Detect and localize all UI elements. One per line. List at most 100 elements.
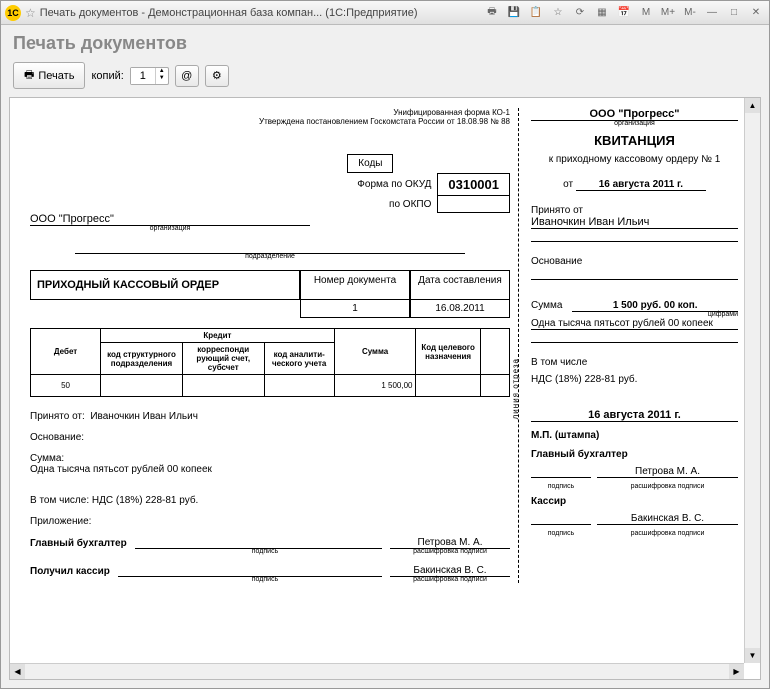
minimize-button[interactable]: — xyxy=(703,5,721,21)
vtom-value: НДС (18%) 228-81 руб. xyxy=(92,495,198,506)
grid-korr-header: корреспонди рующий счет, субсчет xyxy=(182,343,264,375)
receipt-date: 16 августа 2011 г. xyxy=(576,179,706,191)
pril-label: Приложение: xyxy=(30,516,510,527)
receipt-chief-label: Главный бухгалтер xyxy=(531,449,738,460)
favorite-icon[interactable]: ☆ xyxy=(25,6,36,20)
receipt-sum-row: Сумма 1 500 руб. 00 коп. xyxy=(531,300,738,312)
document-viewport: ▲ ▼ ◀ ▶ Унифицированная форма КО-1 Утвер… xyxy=(9,97,761,680)
receipt-cashier-label: Кассир xyxy=(531,496,738,507)
mem-mplus[interactable]: M+ xyxy=(659,5,677,21)
chief-role: Главный бухгалтер xyxy=(30,538,127,549)
page-title: Печать документов xyxy=(13,33,757,54)
grid-korr-value xyxy=(182,375,264,397)
doc-date-label: Дата составления xyxy=(410,270,510,300)
grid-analit-value xyxy=(264,375,334,397)
cut-line-label: линия отреза xyxy=(511,358,520,419)
copies-label: копий: xyxy=(91,70,123,82)
printer-icon: 🖶 xyxy=(24,66,34,85)
maximize-button[interactable]: □ xyxy=(725,5,743,21)
receipt-prinyato-value: Иваночкин Иван Ильич xyxy=(531,216,738,229)
receipt-prinyato-blank xyxy=(531,229,738,242)
receipt-cashier-name: Бакинская В. С. xyxy=(597,513,738,525)
spinner-down-icon[interactable]: ▼ xyxy=(156,75,168,82)
vtom-label: В том числе: xyxy=(30,495,89,506)
at-button[interactable]: @ xyxy=(175,65,199,87)
close-button[interactable]: ✕ xyxy=(747,5,765,21)
vertical-scrollbar[interactable]: ▲ ▼ xyxy=(744,98,760,663)
copies-input[interactable] xyxy=(131,68,155,84)
receipt-title: КВИТАНЦИЯ xyxy=(531,133,738,148)
scroll-down-icon[interactable]: ▼ xyxy=(745,648,760,663)
receipt-cashier-sigline xyxy=(531,513,591,525)
settings-button[interactable]: ⚙ xyxy=(205,65,229,87)
doc-main-title: ПРИХОДНЫЙ КАССОВЫЙ ОРДЕР xyxy=(30,270,300,300)
cash-order-form: Унифицированная форма КО-1 Утверждена по… xyxy=(30,108,510,583)
spinner-up-icon[interactable]: ▲ xyxy=(156,68,168,75)
window-title: Печать документов - Демонстрационная баз… xyxy=(40,7,479,19)
app-icon: 1C xyxy=(5,5,21,21)
receipt-to-order: к приходному кассовому ордеру № 1 xyxy=(531,154,738,165)
document: Унифицированная форма КО-1 Утверждена по… xyxy=(10,98,760,593)
receipt-vtom-value: НДС (18%) 228-81 руб. xyxy=(531,374,738,385)
receipt-sum-label: Сумма xyxy=(531,300,562,312)
grid-summa-value: 1 500,00 xyxy=(334,375,416,397)
grid-debet-header: Дебет xyxy=(31,329,101,375)
prinyato-value: Иваночкин Иван Ильич xyxy=(90,411,198,422)
calendar-icon[interactable]: 📅 xyxy=(615,5,633,21)
grid-struct-value xyxy=(101,375,183,397)
grid-summa-header: Сумма xyxy=(334,329,416,375)
doc-title-values: 1 16.08.2011 xyxy=(30,300,510,318)
doc-date-value: 16.08.2011 xyxy=(410,300,510,318)
mem-m[interactable]: M xyxy=(637,5,655,21)
save-icon[interactable]: 💾 xyxy=(505,5,523,21)
org-sublabel: организация xyxy=(30,225,310,232)
codes-box: Коды Форма по ОКУД 0310001 по ОКПО xyxy=(347,154,510,213)
scroll-right-icon[interactable]: ▶ xyxy=(729,664,744,679)
receipt-osnov-blank xyxy=(531,267,738,280)
star-icon[interactable]: ☆ xyxy=(549,5,567,21)
print-button-label: Печать xyxy=(38,70,74,82)
toolbar: 🖶 Печать копий: ▲▼ @ ⚙ xyxy=(1,58,769,97)
print-button[interactable]: 🖶 Печать xyxy=(13,62,85,89)
summa-label: Сумма: xyxy=(30,453,510,464)
receipt: линия отреза ООО "Прогресс" организация … xyxy=(518,108,738,583)
scroll-up-icon[interactable]: ▲ xyxy=(745,98,760,113)
receipt-date-label: от xyxy=(563,179,573,190)
receipt-vtom-label: В том числе xyxy=(531,357,738,368)
accounting-grid: Дебет Кредит Сумма Код целевого назначен… xyxy=(30,328,510,397)
cashier-role: Получил кассир xyxy=(30,566,110,577)
page-header: Печать документов xyxy=(1,25,769,58)
receipt-sum-sub: цифрами xyxy=(531,311,738,318)
prinyato-label: Принято от: xyxy=(30,411,85,422)
scroll-left-icon[interactable]: ◀ xyxy=(10,664,25,679)
history-icon[interactable]: ⟳ xyxy=(571,5,589,21)
horizontal-scrollbar[interactable]: ◀ ▶ xyxy=(10,663,744,679)
okpo-value xyxy=(438,196,510,213)
osnov-label: Основание: xyxy=(30,432,510,443)
grid-target-header: Код целевого назначения xyxy=(416,329,480,375)
app-window: 1C ☆ Печать документов - Демонстрационна… xyxy=(0,0,770,689)
grid-struct-header: код структурного подразделения xyxy=(101,343,183,375)
grid-kredit-header: Кредит xyxy=(101,329,335,343)
receipt-prinyato-label: Принято от xyxy=(531,205,738,216)
grid-blank-header xyxy=(480,329,509,375)
receipt-stamp: М.П. (штампа) xyxy=(531,430,738,441)
form-header-1: Унифицированная форма КО-1 xyxy=(30,108,510,117)
receipt-chief-name: Петрова М. А. xyxy=(597,466,738,478)
receipt-org-sublabel: организация xyxy=(531,120,738,127)
copies-spinner[interactable]: ▲▼ xyxy=(130,67,169,85)
mem-mminus[interactable]: M- xyxy=(681,5,699,21)
okud-value: 0310001 xyxy=(438,174,510,196)
org-row: ООО "Прогресс" организация xyxy=(30,213,510,232)
grid-analit-header: код аналити-ческого учета xyxy=(264,343,334,375)
receipt-osnov-label: Основание xyxy=(531,256,738,267)
receipt-date2: 16 августа 2011 г. xyxy=(531,409,738,422)
calc-icon[interactable]: ▦ xyxy=(593,5,611,21)
print-icon[interactable]: 🖶 xyxy=(483,5,501,21)
summa-words: Одна тысяча пятьсот рублей 00 копеек xyxy=(30,464,510,475)
grid-blank-value xyxy=(480,375,509,397)
subdivision-row: подразделение xyxy=(30,242,510,260)
copy-icon[interactable]: 📋 xyxy=(527,5,545,21)
okpo-label: по ОКПО xyxy=(347,196,438,213)
subdivision-sublabel: подразделение xyxy=(30,253,510,260)
